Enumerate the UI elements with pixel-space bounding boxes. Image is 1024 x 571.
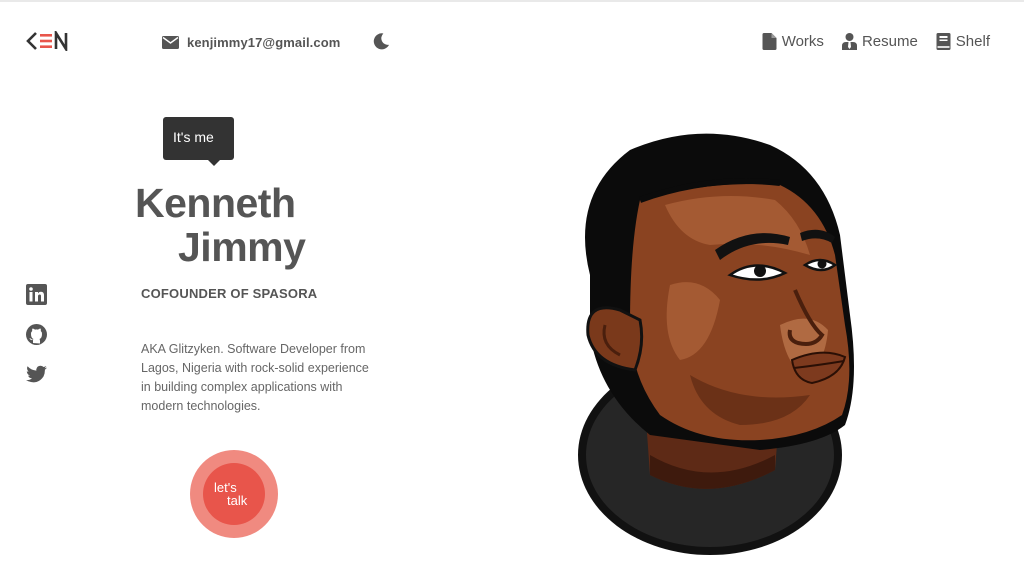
ken-logo[interactable] xyxy=(26,31,68,51)
social-links xyxy=(26,284,47,385)
nav-resume[interactable]: Resume xyxy=(841,33,918,50)
nav-shelf-label: Shelf xyxy=(955,33,990,50)
document-icon xyxy=(762,33,777,50)
top-border xyxy=(0,0,1024,2)
email-text: kenjimmy17@gmail.com xyxy=(187,35,341,50)
avatar-illustration xyxy=(578,133,854,555)
tooltip-text: It's me xyxy=(173,129,214,145)
main-nav: Works Resume Shelf xyxy=(762,33,990,50)
linkedin-icon[interactable] xyxy=(26,284,47,305)
book-icon xyxy=(936,33,951,50)
nav-works-label: Works xyxy=(781,33,824,50)
moon-icon[interactable] xyxy=(373,32,390,50)
nav-shelf[interactable]: Shelf xyxy=(936,33,990,50)
last-name-heading: Jimmy xyxy=(178,224,306,270)
user-tie-icon xyxy=(841,33,857,50)
first-name-heading: Kenneth xyxy=(135,180,296,226)
bio-paragraph: AKA Glitzyken. Software Developer from L… xyxy=(141,342,369,413)
role-subtitle: COFOUNDER OF SPASORA xyxy=(141,286,318,301)
lets-talk-inner: let's talk xyxy=(203,463,265,525)
cta-line2: talk xyxy=(227,493,248,508)
intro-tooltip: It's me xyxy=(163,117,234,166)
envelope-icon xyxy=(162,36,179,49)
nav-resume-label: Resume xyxy=(861,33,918,50)
twitter-icon[interactable] xyxy=(26,364,47,385)
nav-works[interactable]: Works xyxy=(762,33,824,50)
lets-talk-button[interactable]: let's talk xyxy=(190,450,278,538)
email-link[interactable]: kenjimmy17@gmail.com xyxy=(162,35,340,50)
github-icon[interactable] xyxy=(26,324,47,345)
